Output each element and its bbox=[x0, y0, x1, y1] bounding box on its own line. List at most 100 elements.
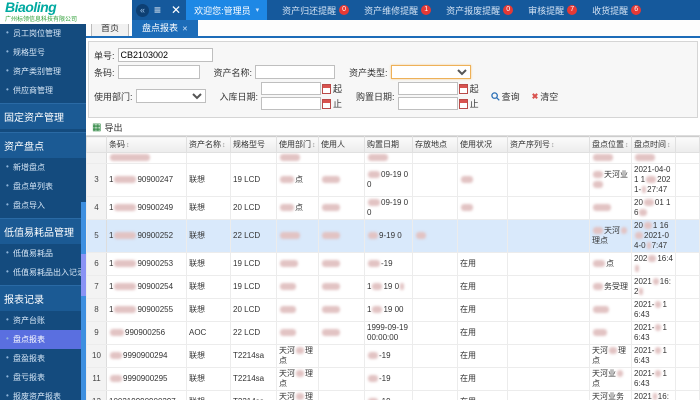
table-cell bbox=[412, 321, 458, 345]
table-cell bbox=[276, 252, 319, 276]
column-header[interactable]: 盘点位置↕ bbox=[589, 136, 632, 153]
close-icon[interactable]: ✕ bbox=[171, 0, 181, 20]
tab-close-icon[interactable]: ✕ bbox=[182, 26, 188, 33]
order-number-input[interactable] bbox=[117, 48, 213, 62]
sidebar-item[interactable]: 盘点单列表 bbox=[0, 177, 86, 196]
sidebar-item[interactable]: 低值易耗品出入记录 bbox=[0, 263, 86, 282]
sidebar-item[interactable]: 新增盘点 bbox=[0, 158, 86, 177]
redacted-blur bbox=[280, 306, 296, 314]
sort-icon[interactable]: ↕ bbox=[222, 142, 226, 149]
table-cell bbox=[457, 152, 508, 164]
sidebar-item[interactable]: 规格型号 bbox=[0, 43, 86, 62]
table-cell bbox=[507, 321, 590, 345]
sidebar-item[interactable]: 盘亏报表 bbox=[0, 368, 86, 387]
table-cell: 22 LCD bbox=[230, 321, 277, 345]
table-row[interactable]: 10 9990900294 联想 T2214sa 天河 理点 -19 在用 天河 理点 2021- 1… bbox=[86, 344, 700, 368]
search-button[interactable]: 查询 bbox=[490, 90, 520, 103]
sidebar-item[interactable]: 员工岗位管理 bbox=[0, 24, 86, 43]
column-header[interactable]: 条码↕ bbox=[106, 136, 187, 153]
redacted-blur bbox=[280, 283, 296, 291]
sidebar-group-header[interactable]: 固定资产管理 bbox=[0, 103, 86, 129]
sort-icon[interactable]: ↕ bbox=[312, 142, 316, 149]
clear-x-icon: ✖ bbox=[531, 91, 539, 101]
sort-icon[interactable]: ↕ bbox=[126, 142, 130, 149]
table-cell: 1 90900247 bbox=[106, 163, 187, 197]
table-row[interactable] bbox=[86, 152, 700, 164]
notification-menu-item[interactable]: 资产维修提醒 1 bbox=[364, 4, 432, 17]
redacted-blur bbox=[322, 232, 340, 240]
sidebar-collapse-button[interactable]: « bbox=[136, 3, 149, 17]
table-cell bbox=[318, 152, 365, 164]
tab-label: 盘点报表 bbox=[142, 23, 179, 33]
calendar-icon[interactable] bbox=[322, 83, 332, 94]
sort-icon[interactable]: ↕ bbox=[667, 142, 671, 149]
table-row[interactable]: 5 1 90900252 联想 22 LCD 9-19 0 天河理点 20 1 162021-0… bbox=[86, 219, 700, 253]
buy-date-end-input[interactable] bbox=[397, 97, 458, 110]
range-start-label: 起 bbox=[333, 84, 343, 94]
table-cell: 2021- 16:43 bbox=[631, 344, 676, 368]
sidebar-item[interactable]: 报废资产报表 bbox=[0, 387, 86, 400]
table-cell: 在用 bbox=[457, 367, 508, 391]
sidebar-item[interactable]: 盘盈报表 bbox=[0, 349, 86, 368]
table-cell: 天河理点 bbox=[276, 390, 319, 400]
notification-menu-item[interactable]: 审核提醒 7 bbox=[528, 4, 578, 17]
notification-menu-item[interactable]: 资产报废提醒 0 bbox=[446, 4, 514, 17]
calendar-icon[interactable] bbox=[458, 98, 468, 109]
table-cell bbox=[507, 298, 590, 322]
column-header[interactable]: 资产序列号↕ bbox=[507, 136, 590, 153]
user-welcome-button[interactable]: 欢迎您:管理员 ▾ bbox=[186, 0, 268, 20]
hamburger-icon[interactable]: ≡ bbox=[154, 0, 161, 20]
clear-button[interactable]: ✖ 清空 bbox=[532, 90, 559, 103]
table-cell: 1 90900253 bbox=[106, 252, 187, 276]
column-header[interactable]: 资产名称↕ bbox=[186, 136, 231, 153]
tab-active[interactable]: 盘点报表 ✕ bbox=[132, 20, 198, 36]
sidebar-group-header[interactable]: 报表记录 bbox=[0, 285, 86, 311]
sidebar-item[interactable]: 盘点导入 bbox=[0, 196, 86, 215]
table-row[interactable]: 3 1 90900247 联想 19 LCD 点 09-19 00 天河业 2021-04-01… bbox=[86, 163, 700, 197]
dept-select[interactable] bbox=[135, 89, 206, 103]
column-label: 存放地点 bbox=[415, 140, 447, 149]
in-date-end-input[interactable] bbox=[261, 97, 322, 110]
sort-icon[interactable]: ↕ bbox=[551, 142, 555, 149]
table-cell bbox=[318, 163, 365, 197]
table-row[interactable]: 7 1 90900254 联想 19 LCD 1 19 0 在用 务受理 2021 16:2 bbox=[86, 275, 700, 299]
sidebar-item[interactable]: 资产台账 bbox=[0, 311, 86, 330]
column-header[interactable]: 盘点时间↕ bbox=[631, 136, 676, 153]
table-row[interactable]: 4 1 90900249 联想 20 LCD 点 09-19 00 20 01 16 bbox=[86, 196, 700, 220]
filler-cell bbox=[675, 219, 700, 253]
redacted-blur bbox=[461, 204, 473, 212]
sidebar-group-header[interactable]: 低值易耗品管理 bbox=[0, 218, 86, 244]
notification-menu-item[interactable]: 资产归还提醒 0 bbox=[282, 4, 350, 17]
table-cell: 天河理点 bbox=[276, 344, 319, 368]
column-header[interactable]: 使用部门↕ bbox=[276, 136, 319, 153]
table-row[interactable]: 11 9990900295 联想 T2214sa 天河 理点 -19 在用 天河业点 2021- 1… bbox=[86, 367, 700, 391]
calendar-icon[interactable] bbox=[458, 83, 468, 94]
column-label: 条码 bbox=[109, 140, 125, 149]
barcode-input[interactable] bbox=[117, 65, 200, 79]
table-cell bbox=[507, 196, 590, 220]
asset-name-input[interactable] bbox=[255, 65, 336, 79]
table-row[interactable]: 6 1 90900253 联想 19 LCD -19 在用 点 202 16:4 bbox=[86, 252, 700, 276]
sort-icon[interactable]: ↕ bbox=[625, 142, 629, 149]
buy-date-start-input[interactable] bbox=[397, 82, 458, 95]
range-start-label: 起 bbox=[469, 84, 479, 94]
notification-menu-item[interactable]: 收货提醒 6 bbox=[592, 4, 642, 17]
sidebar-item[interactable]: 盘点报表 bbox=[0, 330, 86, 349]
sidebar-item[interactable]: 资产类别管理 bbox=[0, 62, 86, 81]
sidebar-item[interactable]: 供应商管理 bbox=[0, 81, 86, 100]
column-header: 规格型号 bbox=[230, 136, 277, 153]
table-cell bbox=[412, 275, 458, 299]
table-row[interactable]: 8 1 90900255 联想 20 LCD 1 19 00 在用 2021- 16:43 bbox=[86, 298, 700, 322]
sidebar-item[interactable]: 低值易耗品 bbox=[0, 244, 86, 263]
redacted-blur bbox=[372, 306, 383, 314]
export-button[interactable]: ▦ 导出 bbox=[92, 121, 122, 134]
sidebar-group-header[interactable]: 资产盘点 bbox=[0, 132, 86, 158]
redacted-blur bbox=[648, 255, 657, 263]
asset-type-select[interactable] bbox=[390, 65, 471, 79]
table-row[interactable]: 9 990900256 AOC 22 LCD 1999-09-19 00:00:00 在用… bbox=[86, 321, 700, 345]
calendar-icon[interactable] bbox=[322, 98, 332, 109]
in-date-start-input[interactable] bbox=[261, 82, 322, 95]
table-row[interactable]: 12100219990900297联想T2214sa天河理点 -19 在用 天河业务受… bbox=[86, 390, 700, 400]
tab-label: 首页 bbox=[101, 23, 120, 33]
redacted-blur bbox=[617, 370, 623, 378]
